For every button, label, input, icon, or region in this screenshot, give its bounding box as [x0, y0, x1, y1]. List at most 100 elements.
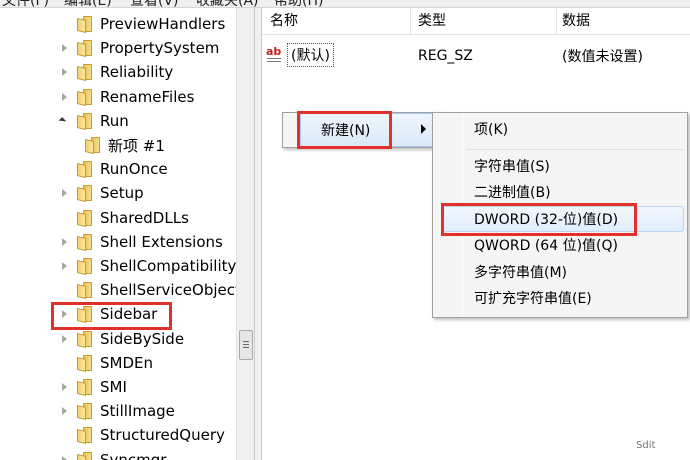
folder-icon	[76, 112, 94, 130]
folder-icon	[76, 161, 94, 179]
tree-item-label: RenameFiles	[100, 87, 195, 106]
tree-item-label: StillImage	[100, 402, 175, 421]
folder-icon	[76, 282, 94, 300]
expand-arrow-icon	[60, 213, 70, 223]
pane-splitter[interactable]	[254, 8, 262, 460]
header-divider	[262, 34, 690, 35]
expand-arrow-icon[interactable]	[60, 67, 70, 77]
menu-file[interactable]: 文件(F)	[2, 0, 49, 7]
tree-item[interactable]: PreviewHandlers	[60, 12, 225, 36]
menu-help[interactable]: 帮助(H)	[274, 0, 323, 7]
value-name: (默认)	[287, 43, 334, 67]
tree-item-label: PropertySystem	[100, 39, 220, 58]
menu-view[interactable]: 查看(V)	[130, 0, 179, 7]
chevron-right-icon	[421, 124, 426, 134]
tree-scrollbar[interactable]	[236, 8, 254, 460]
tree-item[interactable]: Reliability	[60, 60, 173, 84]
tree-item-label: Shell Extensions	[100, 232, 223, 251]
highlight-sidebar	[51, 302, 172, 330]
column-name[interactable]: 名称	[270, 8, 298, 32]
expand-arrow-icon[interactable]	[60, 455, 70, 460]
tree-item[interactable]: Setup	[60, 181, 144, 205]
menu-favorites[interactable]: 收藏夹(A)	[196, 0, 259, 7]
watermark-logo: Sdit	[636, 440, 656, 451]
tree-item-label: SMDEn	[100, 353, 153, 372]
expand-arrow-icon	[60, 164, 70, 174]
expand-arrow-icon	[60, 358, 70, 368]
tree-item-label: 新项 #1	[108, 136, 165, 155]
expand-arrow-icon	[60, 285, 70, 295]
folder-icon	[76, 233, 94, 251]
column-data[interactable]: 数据	[562, 8, 590, 32]
folder-icon	[76, 40, 94, 58]
folder-icon	[76, 258, 94, 275]
folder-icon	[76, 403, 94, 421]
submenu-item-key[interactable]: 项(K)	[474, 117, 508, 141]
value-row[interactable]: ab (默认)	[266, 42, 334, 68]
reg-string-icon: ab	[266, 45, 284, 63]
submenu-item-expandable-string[interactable]: 可扩充字符串值(E)	[474, 286, 592, 310]
folder-icon	[76, 88, 94, 106]
tree-item[interactable]: SideBySide	[60, 327, 184, 351]
expand-arrow-icon[interactable]	[60, 92, 70, 102]
tree-item-label: PreviewHandlers	[100, 15, 226, 33]
tree-item-label: ShellCompatibility	[100, 257, 236, 275]
highlight-new	[297, 111, 392, 149]
submenu-item-binary[interactable]: 二进制值(B)	[474, 180, 551, 204]
column-type[interactable]: 类型	[418, 8, 446, 32]
tree-item[interactable]: SMDEn	[60, 351, 153, 375]
folder-icon	[84, 137, 102, 154]
expand-arrow-icon[interactable]	[60, 43, 70, 53]
expand-arrow-icon[interactable]	[60, 406, 70, 416]
tree-item-label: SharedDLLs	[100, 208, 189, 227]
tree-item-label: Setup	[100, 184, 144, 203]
submenu-item-qword[interactable]: QWORD (64 位)值(Q)	[474, 233, 618, 257]
tree-item-label: StructuredQuery	[100, 426, 225, 445]
expand-arrow-icon	[60, 19, 70, 29]
folder-icon	[76, 330, 94, 348]
tree-item[interactable]: 新项 #1	[84, 133, 165, 157]
tree-item[interactable]: PropertySystem	[60, 36, 219, 60]
tree-item-label: Reliability	[100, 63, 174, 82]
tree-item[interactable]: StructuredQuery	[60, 423, 225, 447]
tree-item-label: Syncmgr	[100, 450, 167, 460]
tree-item[interactable]: ShellServiceObjectD	[60, 278, 236, 302]
value-data: (数值未设置)	[562, 49, 643, 65]
column-separator[interactable]	[410, 8, 411, 34]
expand-arrow-icon[interactable]	[60, 261, 70, 271]
folder-icon	[76, 354, 94, 372]
submenu-separator	[466, 149, 684, 150]
value-type: REG_SZ	[418, 48, 473, 64]
expanded-arrow-icon[interactable]	[60, 116, 70, 126]
scroll-thumb[interactable]	[239, 330, 253, 360]
folder-icon	[76, 16, 94, 33]
expand-arrow-icon[interactable]	[60, 188, 70, 198]
tree-item[interactable]: RenameFiles	[60, 85, 194, 109]
expand-arrow-icon[interactable]	[60, 334, 70, 344]
expand-arrow-icon	[60, 430, 70, 440]
folder-icon	[76, 427, 94, 445]
tree-item[interactable]: Shell Extensions	[60, 230, 223, 254]
column-separator[interactable]	[556, 8, 557, 34]
tree-item-label: Run	[100, 111, 129, 130]
menu-bar: 文件(F) 编辑(E) 查看(V) 收藏夹(A) 帮助(H)	[0, 0, 690, 8]
highlight-dword	[441, 203, 637, 236]
folder-icon	[76, 209, 94, 227]
tree-item[interactable]: SMI	[60, 375, 127, 399]
tree-item[interactable]: StillImage	[60, 399, 175, 423]
submenu-item-multi-string[interactable]: 多字符串值(M)	[474, 260, 567, 284]
expand-arrow-icon[interactable]	[60, 237, 70, 247]
tree-item[interactable]: RunOnce	[60, 157, 168, 181]
tree-item[interactable]: Syncmgr	[60, 448, 166, 460]
submenu-item-string[interactable]: 字符串值(S)	[474, 154, 550, 178]
expand-arrow-icon[interactable]	[60, 382, 70, 392]
tree-item[interactable]: SharedDLLs	[60, 206, 189, 230]
menu-edit[interactable]: 编辑(E)	[64, 0, 112, 7]
tree-item[interactable]: Run	[60, 109, 129, 133]
folder-icon	[76, 451, 94, 460]
folder-icon	[76, 379, 94, 396]
folder-icon	[76, 64, 94, 82]
tree-item[interactable]: ShellCompatibility	[60, 254, 236, 278]
registry-tree: PreviewHandlers PropertySystem Reliability…	[0, 8, 236, 460]
tree-item-label: RunOnce	[100, 160, 168, 179]
